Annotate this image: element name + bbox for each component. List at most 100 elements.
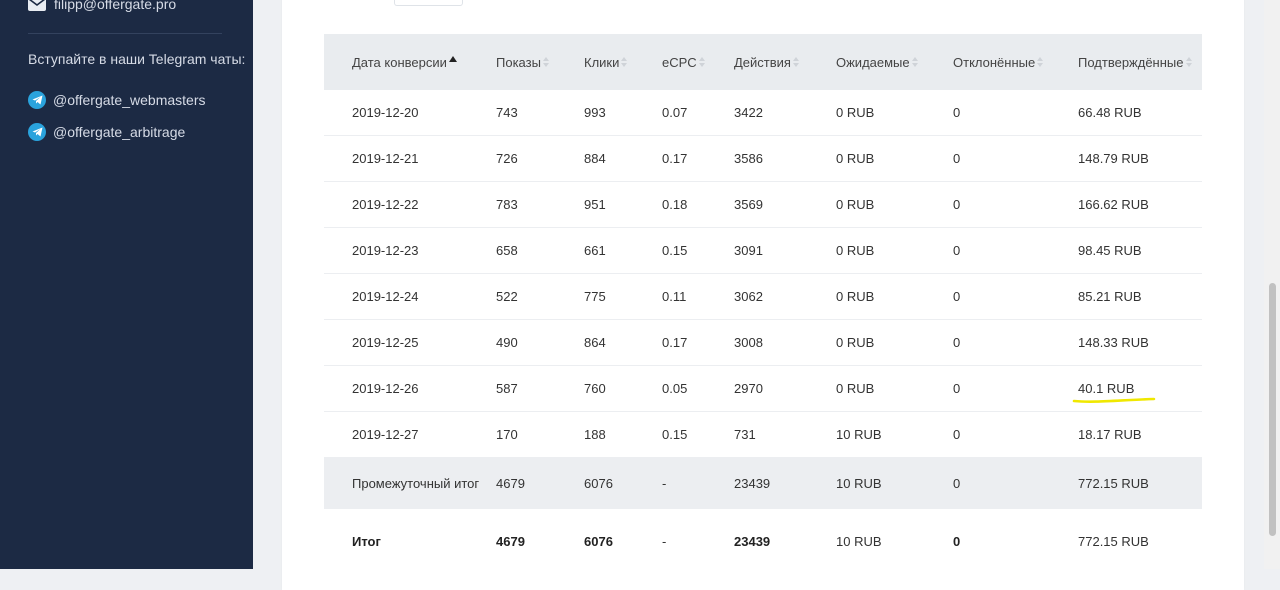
- subtotal-ecpc: -: [662, 457, 734, 509]
- telegram-link-webmasters[interactable]: @offergate_webmasters: [28, 90, 205, 110]
- total-impressions: 4679: [496, 509, 584, 573]
- telegram-join-text: Вступайте в наши Telegram чаты:: [28, 51, 246, 67]
- subtotal-impressions: 4679: [496, 457, 584, 509]
- cell-rejected: 0: [953, 181, 1078, 228]
- cell-rejected: 0: [953, 365, 1078, 412]
- cell-ecpc: 0.17: [662, 135, 734, 182]
- column-header-pending[interactable]: Ожидаемые: [836, 34, 953, 90]
- total-row: Итог 4679 6076 - 23439 10 RUB 0 772.15 R…: [324, 509, 1202, 573]
- cell-rejected: 0: [953, 227, 1078, 274]
- sort-icon: [698, 56, 705, 68]
- cell-pending: 0 RUB: [836, 365, 953, 412]
- column-header-ecpc[interactable]: eCPC: [662, 34, 734, 90]
- sort-icon: [542, 56, 549, 68]
- sidebar-divider: [28, 33, 222, 34]
- cell-clicks: 760: [584, 365, 662, 412]
- cell-actions: 3569: [734, 181, 836, 228]
- cell-date: 2019-12-25: [324, 319, 496, 366]
- cell-clicks: 864: [584, 319, 662, 366]
- cell-impressions: 743: [496, 90, 584, 136]
- cell-pending: 0 RUB: [836, 273, 953, 320]
- cell-ecpc: 0.11: [662, 273, 734, 320]
- cell-confirmed: 166.62 RUB: [1078, 181, 1202, 228]
- telegram-link-label: @offergate_webmasters: [53, 92, 206, 108]
- cell-clicks: 884: [584, 135, 662, 182]
- cell-actions: 2970: [734, 365, 836, 412]
- sidebar-email[interactable]: filipp@offergate.pro: [28, 0, 176, 14]
- subtotal-label: Промежуточный итог: [324, 457, 496, 509]
- cell-rejected: 0: [953, 135, 1078, 182]
- cell-ecpc: 0.07: [662, 90, 734, 136]
- table-row: 2019-12-25 490 864 0.17 3008 0 RUB 0 148…: [324, 319, 1202, 366]
- table-row: 2019-12-24 522 775 0.11 3062 0 RUB 0 85.…: [324, 273, 1202, 320]
- subtotal-rejected: 0: [953, 457, 1078, 509]
- total-label: Итог: [324, 509, 496, 573]
- column-header-rejected[interactable]: Отклонённые: [953, 34, 1078, 90]
- cell-confirmed-highlighted: 40.1 RUB: [1072, 365, 1202, 412]
- telegram-icon: [28, 91, 46, 109]
- sort-icon: [911, 56, 918, 68]
- cell-actions: 3091: [734, 227, 836, 274]
- cell-ecpc: 0.17: [662, 319, 734, 366]
- column-header-clicks[interactable]: Клики: [584, 34, 662, 90]
- total-actions: 23439: [734, 509, 836, 573]
- cell-pending: 0 RUB: [836, 135, 953, 182]
- cell-ecpc: 0.15: [662, 411, 734, 458]
- subtotal-row: Промежуточный итог 4679 6076 - 23439 10 …: [324, 457, 1202, 509]
- cell-impressions: 658: [496, 227, 584, 274]
- column-header-impressions[interactable]: Показы: [496, 34, 584, 90]
- scrollbar-thumb[interactable]: [1269, 283, 1276, 536]
- pagination-control[interactable]: [394, 0, 463, 6]
- cell-clicks: 993: [584, 90, 662, 136]
- total-rejected: 0: [953, 509, 1078, 573]
- cell-date: 2019-12-22: [324, 181, 496, 228]
- telegram-link-arbitrage[interactable]: @offergate_arbitrage: [28, 122, 185, 142]
- column-header-date[interactable]: Дата конверсии: [324, 34, 496, 90]
- sort-icon: [1185, 56, 1192, 68]
- cell-clicks: 188: [584, 411, 662, 458]
- subtotal-actions: 23439: [734, 457, 836, 509]
- table-row: 2019-12-23 658 661 0.15 3091 0 RUB 0 98.…: [324, 227, 1202, 274]
- cell-confirmed: 85.21 RUB: [1078, 273, 1202, 320]
- page-scrollbar[interactable]: [1264, 0, 1280, 569]
- subtotal-pending: 10 RUB: [836, 457, 953, 509]
- cell-actions: 731: [734, 411, 836, 458]
- cell-date: 2019-12-24: [324, 273, 496, 320]
- cell-date: 2019-12-23: [324, 227, 496, 274]
- cell-rejected: 0: [953, 319, 1078, 366]
- sidebar: filipp@offergate.pro Вступайте в наши Te…: [0, 0, 253, 569]
- cell-rejected: 0: [953, 90, 1078, 136]
- cell-impressions: 490: [496, 319, 584, 366]
- cell-date: 2019-12-21: [324, 135, 496, 182]
- cell-confirmed: 66.48 RUB: [1078, 90, 1202, 136]
- cell-pending: 0 RUB: [836, 319, 953, 366]
- total-pending: 10 RUB: [836, 509, 953, 573]
- sort-icon: [1037, 56, 1044, 68]
- column-header-actions[interactable]: Действия: [734, 34, 836, 90]
- cell-impressions: 726: [496, 135, 584, 182]
- table-row: 2019-12-20 743 993 0.07 3422 0 RUB 0 66.…: [324, 90, 1202, 136]
- cell-impressions: 783: [496, 181, 584, 228]
- sort-icon: [621, 56, 628, 68]
- telegram-link-label: @offergate_arbitrage: [53, 124, 186, 140]
- cell-clicks: 661: [584, 227, 662, 274]
- cell-date: 2019-12-27: [324, 411, 496, 458]
- total-confirmed: 772.15 RUB: [1078, 509, 1202, 573]
- cell-ecpc: 0.05: [662, 365, 734, 412]
- cell-impressions: 170: [496, 411, 584, 458]
- cell-pending: 10 RUB: [836, 411, 953, 458]
- cell-clicks: 951: [584, 181, 662, 228]
- cell-impressions: 587: [496, 365, 584, 412]
- table-header-row: Дата конверсии Показы Клики eCPC Действи…: [324, 34, 1202, 90]
- cell-confirmed: 18.17 RUB: [1078, 411, 1202, 458]
- cell-actions: 3586: [734, 135, 836, 182]
- cell-rejected: 0: [953, 411, 1078, 458]
- total-ecpc: -: [662, 509, 734, 573]
- cell-actions: 3422: [734, 90, 836, 136]
- column-header-confirmed[interactable]: Подтверждённые: [1078, 34, 1202, 90]
- sidebar-email-text: filipp@offergate.pro: [54, 0, 177, 12]
- highlight-underline: [1072, 397, 1156, 403]
- cell-confirmed: 148.79 RUB: [1078, 135, 1202, 182]
- cell-pending: 0 RUB: [836, 90, 953, 136]
- cell-confirmed: 148.33 RUB: [1078, 319, 1202, 366]
